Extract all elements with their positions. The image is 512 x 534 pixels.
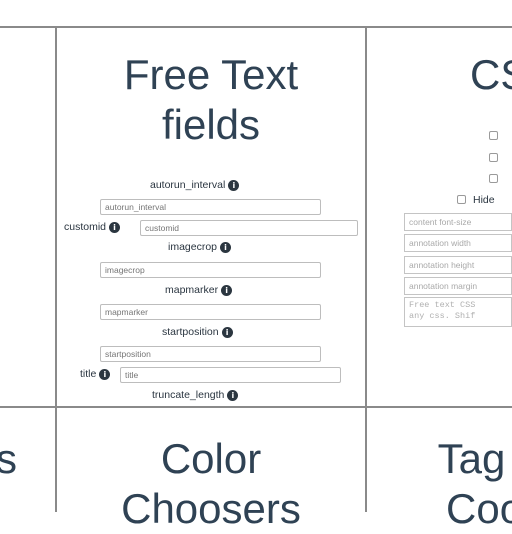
mapmarker-input[interactable] — [100, 304, 321, 320]
autorun-interval-label-text: autorun_interval — [150, 179, 226, 191]
free-text-title-line2: fields — [161, 101, 261, 148]
info-icon[interactable]: i — [221, 284, 233, 296]
info-icon[interactable]: i — [227, 389, 239, 401]
color-choosers-title-line2: Choosers — [121, 485, 301, 532]
annotation-width-input[interactable]: annotation width — [404, 234, 512, 252]
tag-title-line2: Coo — [446, 485, 512, 532]
imagecrop-input[interactable] — [100, 262, 321, 278]
annotation-margin-input[interactable]: annotation margin — [404, 277, 512, 295]
startposition-input[interactable] — [100, 346, 321, 362]
info-icon[interactable]: i — [109, 221, 121, 233]
mapmarker-label: mapmarker i — [165, 284, 233, 296]
autorun-interval-label: autorun_interval i — [150, 179, 240, 191]
tag-title-line1: Tag — [437, 435, 506, 482]
title-label: title i — [80, 368, 111, 380]
info-icon[interactable]: i — [99, 368, 111, 380]
annotation-height-input[interactable]: annotation height — [404, 256, 512, 274]
title-label-text: title — [80, 368, 97, 380]
title-input[interactable] — [120, 367, 341, 383]
info-icon[interactable]: i — [221, 326, 233, 338]
mapmarker-label-text: mapmarker — [165, 284, 219, 296]
customid-input[interactable] — [140, 220, 358, 236]
truncate-length-label: truncate_length i — [152, 389, 239, 401]
color-choosers-title: Color Choosers — [57, 434, 365, 534]
info-icon[interactable]: i — [228, 179, 240, 191]
autorun-interval-input[interactable] — [100, 199, 321, 215]
free-text-title-line1: Free Text — [123, 51, 299, 98]
grid-top-line — [0, 26, 512, 28]
css-checkbox-3[interactable] — [489, 174, 498, 183]
customid-label: customid i — [64, 221, 121, 233]
imagecrop-label-text: imagecrop — [168, 241, 218, 253]
truncate-length-label-text: truncate_length — [152, 389, 225, 401]
grid-right-divider — [365, 26, 367, 512]
hide-label: Hide — [473, 194, 495, 206]
css-checkbox-1[interactable] — [489, 131, 498, 140]
free-text-css-textarea[interactable]: Free text CSS any css. Shif — [404, 297, 512, 327]
info-icon[interactable]: i — [220, 241, 232, 253]
content-font-size-input[interactable]: content font-size — [404, 213, 512, 231]
tag-cookies-title: Tag Coo — [420, 434, 512, 534]
css-checkbox-2[interactable] — [489, 153, 498, 162]
free-text-title: Free Text fields — [57, 50, 365, 150]
hide-checkbox[interactable] — [457, 195, 466, 204]
customid-label-text: customid — [64, 221, 107, 233]
grid-middle-line — [0, 406, 512, 408]
imagecrop-label: imagecrop i — [168, 241, 232, 253]
css-title: CS — [470, 51, 512, 98]
color-choosers-title-line1: Color — [160, 435, 262, 482]
startposition-label: startposition i — [162, 326, 233, 338]
bottom-left-title: s — [0, 435, 17, 482]
startposition-label-text: startposition — [162, 326, 219, 338]
